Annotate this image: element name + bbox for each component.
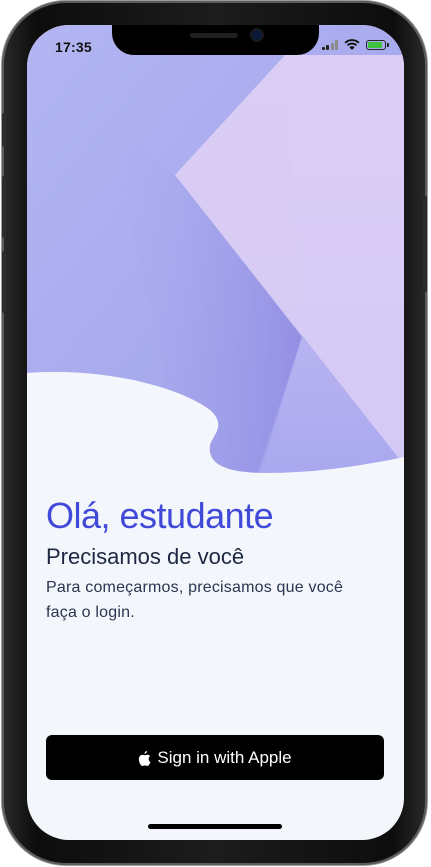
status-icons [321,39,389,51]
welcome-section: Olá, estudante Precisamos de você Para c… [46,495,386,625]
notch [112,25,319,55]
home-indicator[interactable] [148,824,282,829]
battery-icon [366,40,389,50]
welcome-description: Para começarmos, precisamos que você faç… [46,579,344,621]
status-time: 17:35 [55,39,92,55]
volume-down-button [2,251,6,313]
welcome-subtitle: Precisamos de você [46,544,245,569]
mute-switch [2,113,6,147]
welcome-title: Olá, estudante [46,495,274,536]
apple-logo-icon [139,750,151,766]
sign-in-button-label: Sign in with Apple [157,747,292,767]
power-button [423,196,427,292]
hero-illustration [27,25,404,485]
wifi-icon [344,39,360,50]
front-camera [252,30,262,40]
volume-up-button [2,176,6,238]
sign-in-with-apple-button[interactable]: Sign in with Apple [46,735,384,780]
earpiece-speaker [190,33,238,38]
signal-icon [321,40,338,50]
app-screen: 17:35 Olá, estudante Precisamos de você … [27,25,404,840]
